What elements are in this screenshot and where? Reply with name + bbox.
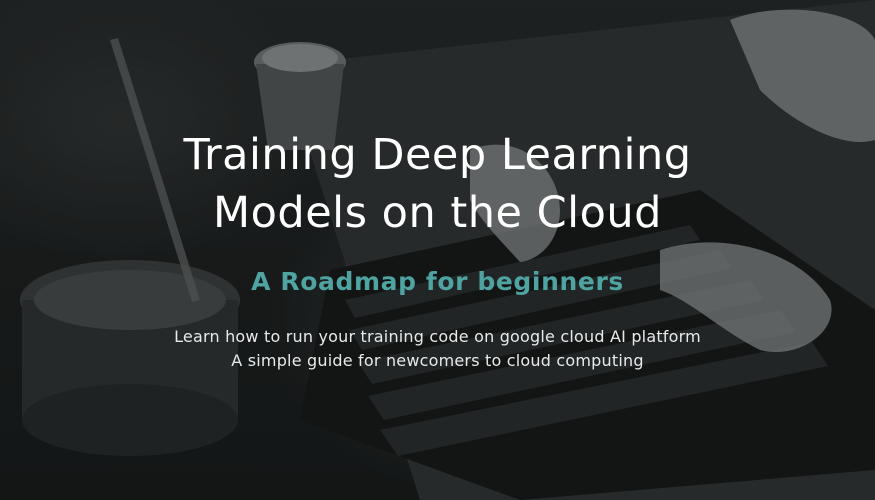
hero-content: Training Deep Learning Models on the Clo… [0, 0, 875, 500]
hero-banner: Training Deep Learning Models on the Clo… [0, 0, 875, 500]
hero-title-line-2: Models on the Cloud [213, 188, 662, 238]
hero-description-line-1: Learn how to run your training code on g… [174, 327, 701, 346]
hero-subtitle: A Roadmap for beginners [251, 267, 624, 296]
hero-description-line-2: A simple guide for newcomers to cloud co… [231, 351, 644, 370]
hero-description: Learn how to run your training code on g… [0, 325, 875, 373]
hero-title: Training Deep Learning Models on the Clo… [0, 126, 875, 242]
hero-title-line-1: Training Deep Learning [183, 130, 692, 180]
